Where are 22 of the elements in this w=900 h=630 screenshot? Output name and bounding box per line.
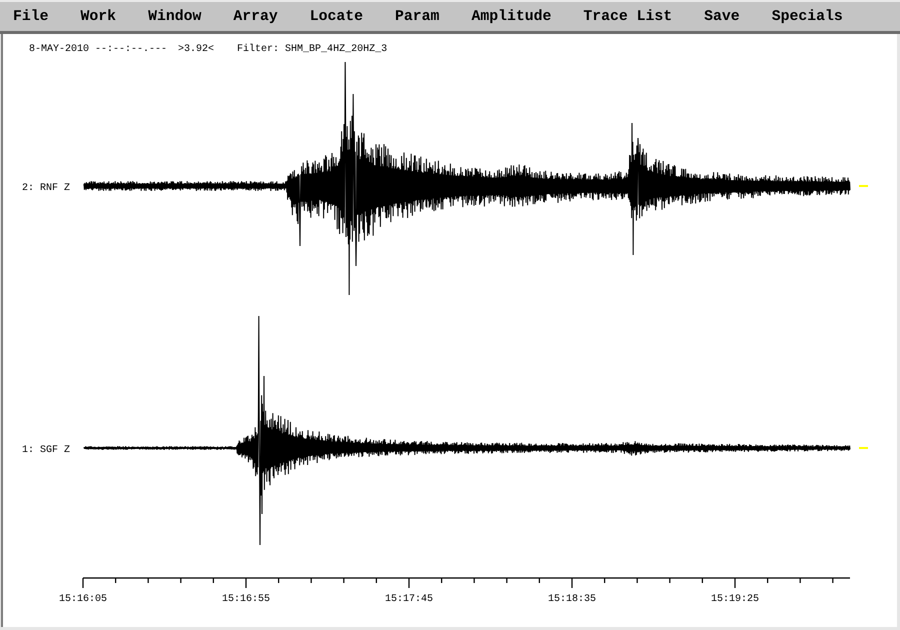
time-label: 15:17:45: [385, 594, 433, 605]
time-label: 15:18:35: [548, 594, 596, 605]
menu-item[interactable]: File: [1, 4, 61, 30]
trace-label: 2: RNF Z: [22, 183, 70, 194]
menu-item[interactable]: Work: [68, 4, 128, 30]
trace-label: 1: SGF Z: [22, 445, 70, 456]
menu-item[interactable]: Window: [136, 4, 214, 30]
menu-item[interactable]: Locate: [298, 4, 376, 30]
marker-icon: [859, 185, 868, 187]
menu-item[interactable]: Param: [383, 4, 452, 30]
date-time-label: 8-MAY-2010 --:--:--.---: [29, 44, 168, 56]
menu-item[interactable]: Trace List: [571, 4, 684, 30]
menu-item[interactable]: Save: [692, 4, 752, 30]
filter-label: Filter: SHM_BP_4HZ_20HZ_3: [237, 44, 388, 56]
time-label: 15:19:25: [711, 594, 759, 605]
marker-icon: [859, 447, 868, 449]
time-label: 15:16:55: [222, 594, 270, 605]
time-label: 15:16:05: [59, 594, 107, 605]
menu-item[interactable]: Array: [221, 4, 290, 30]
amplitude-readout: >3.92<: [178, 44, 214, 56]
menu-item[interactable]: Amplitude: [459, 4, 564, 30]
menu-item[interactable]: Specials: [760, 4, 855, 30]
